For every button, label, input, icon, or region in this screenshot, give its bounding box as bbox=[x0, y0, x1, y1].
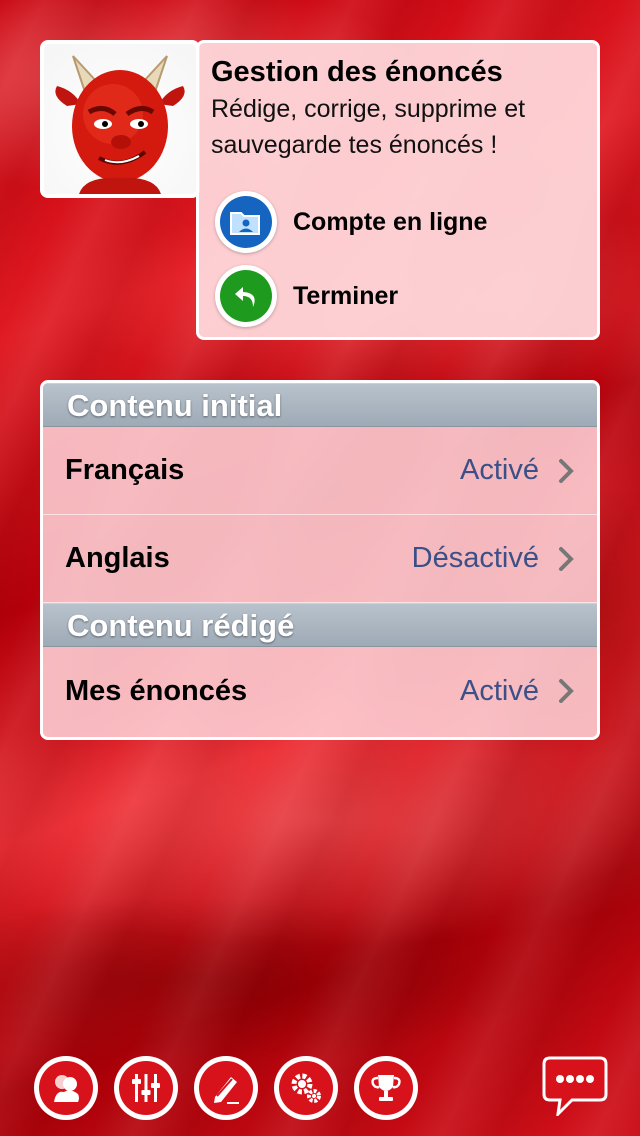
row-value: Activé bbox=[460, 454, 539, 486]
chat-button[interactable] bbox=[542, 1056, 608, 1119]
sliders-icon bbox=[132, 1074, 160, 1102]
row-label: Mes énoncés bbox=[65, 674, 248, 707]
page-title: Gestion des énoncés bbox=[211, 56, 503, 88]
finish-button[interactable]: Terminer bbox=[215, 265, 398, 327]
devil-mascot-image bbox=[44, 44, 196, 194]
chevron-right-icon bbox=[559, 546, 574, 571]
trophy-icon bbox=[371, 1075, 401, 1101]
pencil-icon bbox=[214, 1077, 239, 1104]
online-account-button[interactable]: Compte en ligne bbox=[215, 191, 487, 253]
gears-icon bbox=[291, 1073, 321, 1103]
page-description: Rédige, corrige, supprime et sauvegarde … bbox=[211, 95, 526, 159]
toolbar-users-button[interactable] bbox=[34, 1056, 98, 1120]
table-row-anglais[interactable]: Anglais Désactivé bbox=[43, 515, 597, 603]
section-header-written: Contenu rédigé bbox=[43, 603, 597, 647]
toolbar-sliders-button[interactable] bbox=[114, 1056, 178, 1120]
row-value: Désactivé bbox=[411, 542, 539, 574]
users-icon bbox=[54, 1075, 79, 1102]
finish-label: Terminer bbox=[293, 281, 399, 310]
row-value: Activé bbox=[460, 674, 539, 707]
table-row-francais[interactable]: Français Activé bbox=[43, 427, 597, 515]
content-settings-table: Contenu initial Français Activé Anglais … bbox=[40, 380, 600, 740]
header-card: Gestion des énoncés Rédige, corrige, sup… bbox=[196, 40, 600, 340]
row-label: Français bbox=[65, 454, 185, 486]
back-arrow-icon bbox=[215, 265, 277, 327]
row-label: Anglais bbox=[65, 542, 170, 574]
section-header-initial: Contenu initial bbox=[43, 383, 597, 427]
toolbar-edit-button[interactable] bbox=[194, 1056, 258, 1120]
toolbar-settings-button[interactable] bbox=[274, 1056, 338, 1120]
chevron-right-icon bbox=[559, 679, 574, 703]
account-folder-icon bbox=[215, 191, 277, 253]
toolbar-trophy-button[interactable] bbox=[354, 1056, 418, 1120]
table-row-mes-enonces[interactable]: Mes énoncés Activé bbox=[43, 647, 597, 735]
chat-bubble-icon bbox=[542, 1056, 608, 1119]
avatar bbox=[40, 40, 200, 198]
chevron-right-icon bbox=[559, 458, 574, 483]
online-account-label: Compte en ligne bbox=[293, 207, 488, 236]
